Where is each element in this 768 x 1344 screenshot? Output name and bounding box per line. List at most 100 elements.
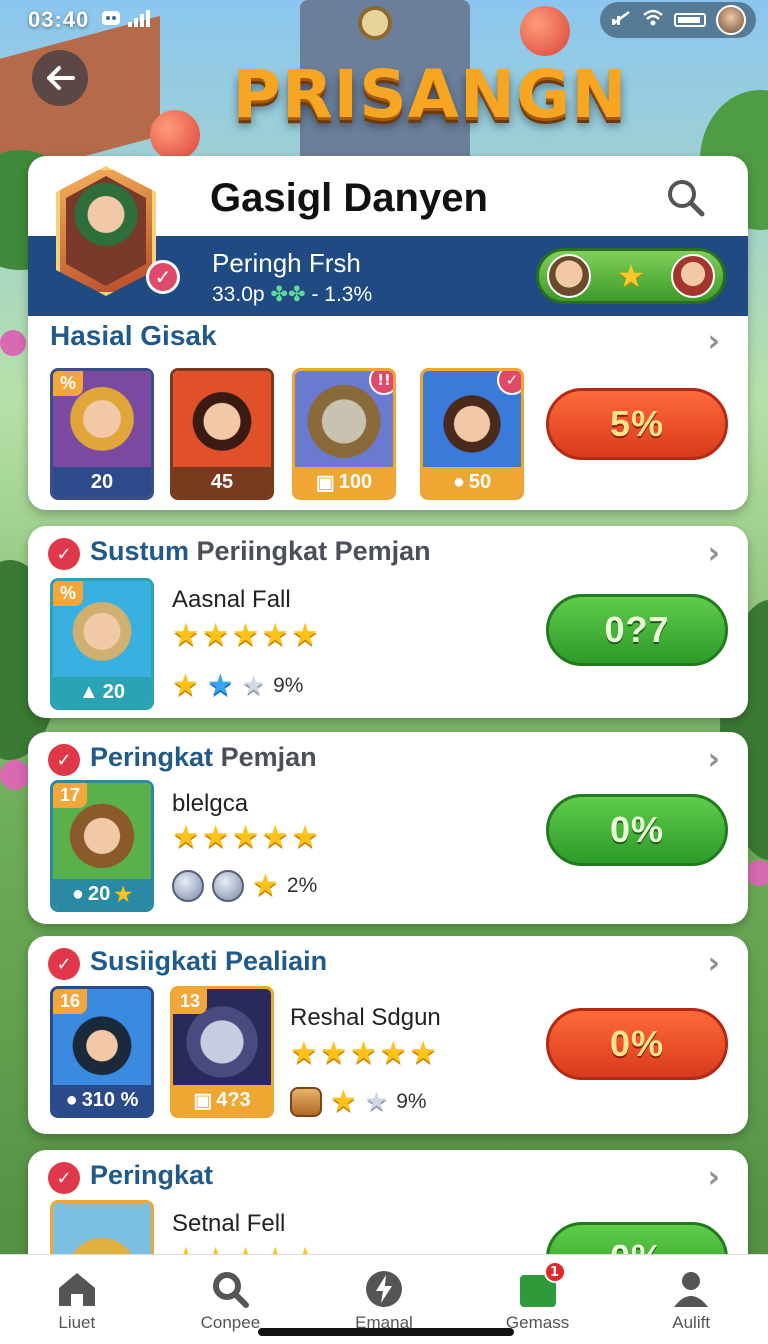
hero-card[interactable]: ● 50 ✓ [420, 368, 524, 500]
row-title: Susiigkati Pealiain [90, 946, 327, 977]
friend-avatar [547, 254, 591, 298]
percent-button[interactable]: 0% [546, 794, 728, 866]
status-time: 03:40 [28, 7, 90, 32]
sub-value: 2% [286, 873, 318, 897]
drum-icon [290, 1086, 322, 1117]
nav-label: Conpee [200, 1313, 261, 1332]
hero-value: 20 [87, 882, 111, 905]
player-avatar[interactable] [66, 176, 146, 286]
hero-value-row: ▣ 100 [295, 467, 393, 497]
hero-value-row: ● 310 % [53, 1085, 151, 1115]
sub-stats: ★ ★ ★ 9% [172, 668, 303, 703]
search-button[interactable] [664, 176, 708, 220]
chevron-right-icon[interactable]: › [708, 946, 720, 981]
status-left-icons [101, 8, 153, 32]
wifi-icon [642, 9, 664, 31]
nav-label: Gemass [505, 1313, 570, 1332]
star-icon: ★ [172, 819, 200, 855]
signal-icon [127, 8, 153, 32]
row-title-main: Sustum [90, 536, 190, 566]
star-icon: ★ [409, 1035, 437, 1071]
star-icon: ★ [231, 617, 260, 653]
rank-label: Peringh Frsh [212, 248, 361, 278]
flower-decoration [746, 860, 768, 886]
hero-value: 20 [102, 680, 126, 703]
hero-badge: % [53, 581, 84, 606]
hero-card[interactable]: 16 ● 310 % [50, 986, 154, 1118]
stats-value: 33.0p [212, 283, 265, 306]
search-icon [208, 1269, 252, 1309]
rank-row-card[interactable]: ✓ Peringkat Pemjan › 17 ● 20 ★ blelgca ★ ★ ★… [28, 732, 748, 924]
hero-value-row: ● 50 [423, 467, 521, 497]
friend-avatar [671, 254, 715, 298]
notification-badge: 1 [543, 1261, 566, 1283]
row-title: Peringkat Pemjan [90, 742, 317, 773]
star-rating: ★★★★★ [172, 822, 319, 853]
hero-name: blelgca [172, 790, 249, 817]
flower-decoration [0, 330, 26, 356]
hero-value-row: ▲ 20 [53, 677, 151, 707]
hero-card[interactable]: % ▲ 20 [50, 578, 154, 710]
chevron-right-icon[interactable]: › [708, 324, 720, 359]
row-title-main: Peringkat [90, 1160, 214, 1190]
gold-star-icon: ★ [252, 869, 279, 902]
coin-icon: ● [71, 882, 84, 905]
chest-icon: ▣ [193, 1089, 213, 1112]
coin-icon: ● [452, 470, 465, 493]
notification-badge-icon: !! [369, 371, 393, 395]
profile-card: ✓ Gasigl Danyen Peringh Frsh 33.0p ✤✤ - … [28, 156, 748, 510]
coin-icon [212, 869, 244, 902]
hero-card[interactable]: 45 [170, 368, 274, 500]
chevron-right-icon[interactable]: › [708, 742, 720, 777]
rank-row-card[interactable]: ✓ Peringkat › Setnal Fell ★★★★★ 0% [28, 1150, 748, 1270]
star-icon: ★ [172, 617, 200, 653]
chest-icon: ▣ [315, 471, 335, 494]
sub-value: 9% [273, 673, 304, 697]
gold-star-icon: ★ [330, 1085, 357, 1118]
star-icon: ★ [114, 883, 133, 906]
nav-item-profile[interactable]: Aulift [614, 1255, 768, 1344]
friends-button[interactable]: ★ [536, 248, 726, 304]
game-title: PRISANGN [232, 56, 628, 133]
nav-label: Liuet [58, 1313, 96, 1332]
blue-star-icon: ★ [206, 669, 234, 702]
percent-button[interactable]: 0?7 [546, 594, 728, 666]
hero-card[interactable]: % 20 [50, 368, 154, 500]
clover-icon: ✤✤ [270, 283, 312, 306]
nav-label: Aulift [672, 1313, 711, 1332]
hero-card[interactable]: ▣ 100 !! [292, 368, 396, 500]
star-icon: ★ [616, 257, 646, 295]
stats-change: - 1.3% [311, 283, 373, 306]
user-avatar[interactable] [716, 5, 746, 35]
nav-item-home[interactable]: Liuet [0, 1255, 154, 1344]
hero-value: 20 [53, 467, 151, 497]
star-icon: ★ [291, 617, 319, 653]
hero-card[interactable]: 13 ▣ 4?3 [170, 986, 274, 1118]
percent-button[interactable]: 5% [546, 388, 728, 460]
status-right-cluster [600, 2, 756, 38]
flower-decoration [0, 760, 30, 790]
sub-value: 9% [396, 1089, 427, 1113]
crystal-icon: ▲ [78, 680, 99, 703]
rank-row-card[interactable]: ✓ Sustum Periingkat Pemjan › % ▲ 20 Aasna… [28, 526, 748, 718]
chevron-right-icon[interactable]: › [708, 1160, 720, 1195]
star-icon: ★ [231, 819, 260, 855]
home-indicator[interactable] [258, 1328, 514, 1336]
check-icon: ✓ [48, 538, 80, 570]
star-icon: ★ [290, 1035, 318, 1071]
back-button[interactable] [32, 50, 88, 106]
star-icon: ★ [291, 819, 319, 855]
hero-value: 4?3 [216, 1088, 251, 1111]
orb-icon: ● [65, 1088, 78, 1111]
percent-button[interactable]: 0% [546, 1008, 728, 1080]
hero-card[interactable]: 17 ● 20 ★ [50, 780, 154, 912]
chevron-right-icon[interactable]: › [708, 536, 720, 571]
search-icon [668, 180, 705, 217]
hero-value: 100 [338, 470, 373, 493]
home-icon [55, 1269, 99, 1309]
row-title: Peringkat [90, 1160, 213, 1191]
lightning-icon [362, 1269, 406, 1309]
rank-row-card[interactable]: ✓ Susiigkati Pealiain › 16 ● 310 % 13 ▣ 4?… [28, 936, 748, 1134]
rank-stats: 33.0p ✤✤ - 1.3% [212, 282, 372, 307]
hero-value: 310 % [81, 1088, 139, 1111]
